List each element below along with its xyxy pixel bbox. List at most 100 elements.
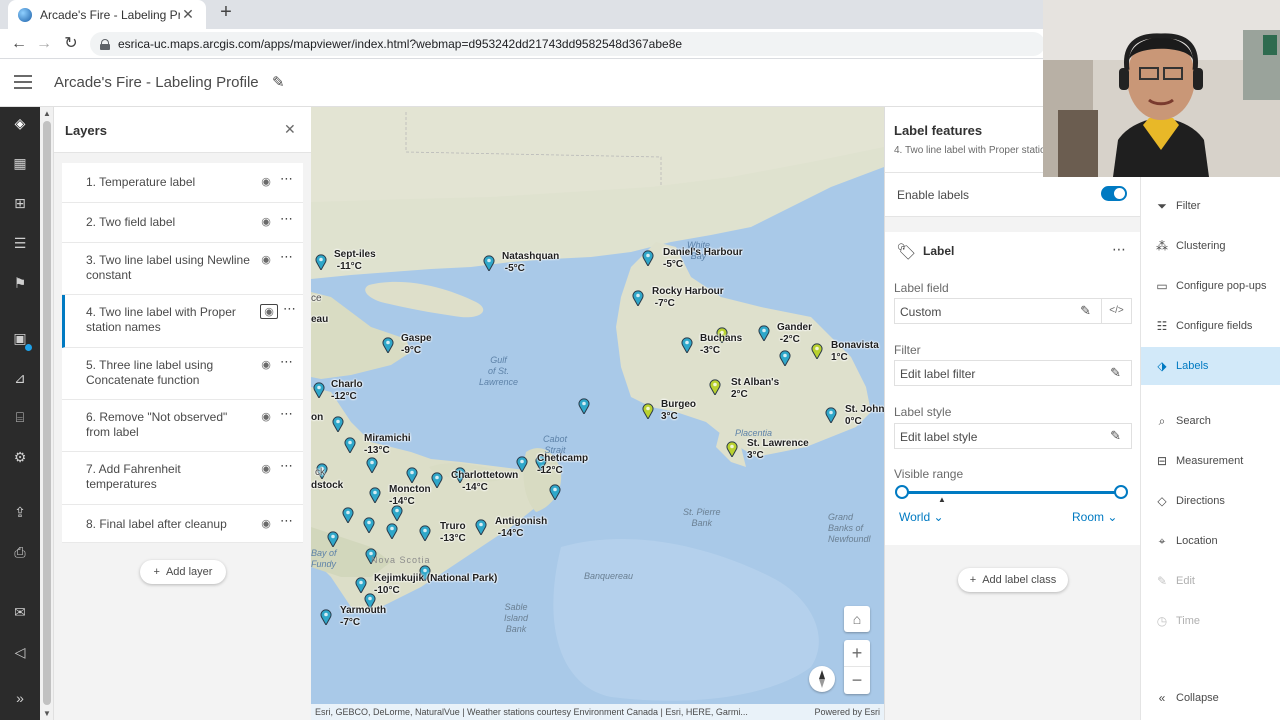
station-pin-icon[interactable] [578, 398, 590, 416]
tool-measurement[interactable]: ⊟ Measurement [1141, 442, 1280, 480]
more-options-icon[interactable]: ⋯ [283, 301, 296, 317]
print-icon[interactable]: ⎙ [0, 542, 40, 562]
panel-scrollbar[interactable]: ▲ ▼ [40, 107, 54, 720]
enable-labels-toggle[interactable] [1101, 186, 1127, 201]
more-options-icon[interactable]: ⋯ [1112, 241, 1126, 258]
station-pin-icon[interactable] [483, 255, 495, 273]
forward-button[interactable]: → [34, 34, 54, 54]
basemap-icon[interactable]: ⊞ [0, 193, 40, 213]
station-pin-icon[interactable] [320, 609, 332, 627]
more-options-icon[interactable]: ⋯ [280, 171, 293, 187]
more-options-icon[interactable]: ⋯ [280, 211, 293, 227]
tool-edit[interactable]: ✎ Edit [1141, 562, 1280, 600]
zoom-out-button[interactable]: − [844, 667, 870, 694]
share-icon[interactable]: ⇪ [0, 502, 40, 522]
pencil-icon[interactable]: ✎ [1110, 365, 1121, 381]
scroll-thumb[interactable] [43, 121, 51, 705]
tool-location[interactable]: ⌖ Location [1141, 522, 1280, 560]
map-view[interactable]: Sept-iles -11°C Natashquan -5°C Daniel's… [311, 107, 884, 720]
station-pin-icon[interactable] [825, 407, 837, 425]
tool-configure-popups[interactable]: ▭ Configure pop-ups [1141, 267, 1280, 305]
station-pin-icon[interactable] [363, 517, 375, 535]
tool-collapse[interactable]: «Collapse [1141, 679, 1280, 717]
label-filter-field[interactable]: Edit label filter ✎ [894, 360, 1132, 386]
tab-close-icon[interactable]: ✕ [180, 6, 196, 23]
station-pin-icon[interactable] [726, 441, 738, 459]
menu-icon[interactable] [14, 75, 32, 89]
browser-tab[interactable]: Arcade's Fire - Labeling Profile ✕ [8, 0, 206, 29]
station-pin-icon[interactable] [406, 467, 418, 485]
back-button[interactable]: ← [9, 34, 29, 54]
visibility-eye-icon[interactable]: ◉ [258, 462, 274, 476]
more-options-icon[interactable]: ⋯ [280, 513, 293, 529]
station-pin-icon[interactable] [642, 250, 654, 268]
station-pin-icon[interactable] [758, 325, 770, 343]
tool-clustering[interactable]: ⁂ Clustering [1141, 227, 1280, 265]
station-pin-icon[interactable] [382, 337, 394, 355]
address-bar[interactable]: esrica-uc.maps.arcgis.com/apps/mapviewer… [90, 32, 1045, 56]
range-max-handle[interactable] [1114, 485, 1128, 499]
feedback-icon[interactable]: ✉ [0, 602, 40, 622]
layer-item[interactable]: 7. Add Fahrenheit temperatures ◉ ⋯ [62, 452, 303, 505]
station-pin-icon[interactable] [549, 484, 561, 502]
label-style-field[interactable]: Edit label style ✎ [894, 423, 1132, 449]
visible-range-track[interactable] [902, 491, 1121, 494]
scroll-up-icon[interactable]: ▲ [43, 109, 51, 118]
more-options-icon[interactable]: ⋯ [280, 354, 293, 370]
save-icon[interactable]: ▣ [0, 328, 40, 348]
station-pin-icon[interactable] [475, 519, 487, 537]
layer-item[interactable]: 8. Final label after cleanup ◉ ⋯ [62, 505, 303, 543]
reload-button[interactable]: ↻ [61, 34, 81, 54]
layer-item[interactable]: 1. Temperature label ◉ ⋯ [62, 163, 303, 203]
station-pin-icon[interactable] [431, 472, 443, 490]
expand-icon[interactable]: » [0, 688, 40, 708]
powered-by-esri[interactable]: Powered by Esri [814, 704, 880, 720]
station-pin-icon[interactable] [315, 254, 327, 272]
compass-button[interactable] [809, 666, 835, 692]
station-pin-icon[interactable] [779, 350, 791, 368]
tool-directions[interactable]: ◇ Directions [1141, 482, 1280, 520]
tool-configure-fields[interactable]: ☷ Configure fields [1141, 307, 1280, 345]
legend-icon[interactable]: ☰ [0, 233, 40, 253]
tool-labels[interactable]: ⬗ Labels [1141, 347, 1280, 385]
station-pin-icon[interactable] [811, 343, 823, 361]
pencil-icon[interactable]: ✎ [1110, 428, 1121, 444]
station-pin-icon[interactable] [632, 290, 644, 308]
station-pin-icon[interactable] [313, 382, 325, 400]
scroll-down-icon[interactable]: ▼ [43, 709, 51, 718]
range-max-dropdown[interactable]: Room ⌄ [1072, 510, 1117, 524]
station-pin-icon[interactable] [386, 523, 398, 541]
add-layer-button[interactable]: + Add layer [140, 560, 226, 584]
station-pin-icon[interactable] [344, 437, 356, 455]
more-options-icon[interactable]: ⋯ [280, 249, 293, 265]
station-pin-icon[interactable] [342, 507, 354, 525]
layer-item[interactable]: 2. Two field label ◉ ⋯ [62, 203, 303, 243]
home-button[interactable]: ⌂ [844, 606, 870, 632]
layers-icon[interactable]: ◈ [0, 113, 40, 133]
more-options-icon[interactable]: ⋯ [280, 458, 293, 474]
range-min-handle[interactable] [895, 485, 909, 499]
visibility-eye-icon[interactable]: ◉ [258, 253, 274, 267]
new-tab-button[interactable]: + [216, 2, 236, 23]
station-pin-icon[interactable] [355, 577, 367, 595]
visibility-eye-icon[interactable]: ◉ [258, 215, 274, 229]
visibility-eye-icon[interactable]: ◉ [258, 175, 274, 189]
code-expression-icon[interactable]: </> [1101, 299, 1131, 323]
layer-item[interactable]: 5. Three line label using Concatenate fu… [62, 348, 303, 400]
more-options-icon[interactable]: ⋯ [280, 406, 293, 422]
analysis-icon[interactable]: ⊿ [0, 368, 40, 388]
visibility-eye-icon[interactable]: ◉ [258, 358, 274, 372]
open-folder-icon[interactable]: ⌸ [0, 407, 40, 427]
station-pin-icon[interactable] [369, 487, 381, 505]
tables-icon[interactable]: ▦ [0, 153, 40, 173]
visibility-eye-icon[interactable]: ◉ [258, 517, 274, 531]
station-pin-icon[interactable] [327, 531, 339, 549]
add-label-class-button[interactable]: + Add label class [958, 568, 1068, 592]
announcement-icon[interactable]: ◁ [0, 642, 40, 662]
tool-search[interactable]: ⌕ Search [1141, 402, 1280, 440]
close-icon[interactable]: ✕ [284, 121, 296, 138]
range-min-dropdown[interactable]: World ⌄ [899, 510, 944, 524]
tool-filter[interactable]: ⏷ Filter [1141, 187, 1280, 225]
visibility-eye-icon[interactable]: ◉ [258, 410, 274, 424]
zoom-in-button[interactable]: + [844, 640, 870, 667]
